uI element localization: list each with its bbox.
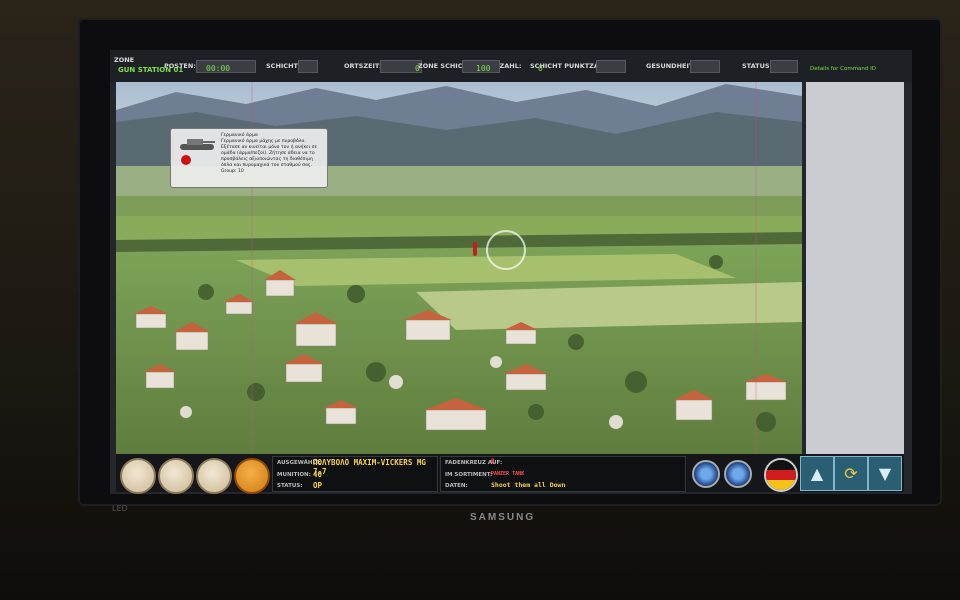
status-box bbox=[770, 60, 798, 73]
munition-value: 40 bbox=[313, 470, 323, 479]
schicht-label: SCHICHT: bbox=[266, 62, 301, 70]
arrow-down-button[interactable]: ▼ bbox=[868, 456, 902, 491]
led-label: LED bbox=[112, 504, 128, 513]
command-id-label: Details for Command ID bbox=[810, 66, 876, 72]
gesundheit-box bbox=[690, 60, 720, 73]
tank-icon bbox=[180, 139, 215, 150]
target-info-card: Γερμανικό άρμα Γερμανικό άρμα μάχης με π… bbox=[170, 128, 328, 188]
target-info-text: Γερμανικό άρμα Γερμανικό άρμα μάχης με π… bbox=[221, 133, 318, 174]
weapon-status-panel: AUSGEWÄHLT: ΠΟΛΥΒΟΛΟ MAXIM-VICKERS MG 7.… bbox=[272, 456, 438, 492]
weapon-slot-aircraft-icon[interactable] bbox=[158, 458, 194, 494]
daten-label: DATEN: bbox=[445, 483, 468, 489]
zone-label: ZONE bbox=[114, 56, 135, 64]
game-screen: ZONE GUN STATION 01 POSTEN: 00:00 SCHICH… bbox=[110, 50, 912, 494]
sortiment-label: IM SORTIMENT: bbox=[445, 472, 493, 478]
schicht-punktzahl-box bbox=[596, 60, 626, 73]
posten-value: 00:00 bbox=[206, 64, 231, 73]
target-marker[interactable] bbox=[473, 242, 477, 256]
german-flag-icon[interactable] bbox=[764, 458, 798, 492]
brand-label: SAMSUNG bbox=[470, 512, 536, 523]
arrow-up-button[interactable]: ▲ bbox=[800, 456, 834, 491]
munition-label: MUNITION: bbox=[277, 472, 311, 478]
selected-value: ΠΟΛΥΒΟΛΟ MAXIM-VICKERS MG 7.7 bbox=[313, 458, 426, 476]
fadenkreuz-value: R bbox=[491, 458, 495, 465]
binoculars-icon[interactable] bbox=[692, 460, 720, 488]
rotate-button[interactable]: ⟳ bbox=[834, 456, 868, 491]
status-label: STATUS: bbox=[742, 62, 773, 70]
battlefield-view[interactable]: Γερμανικό άρμα Γερμανικό άρμα μάχης με π… bbox=[116, 82, 802, 454]
ortszeit-label: ORTSZEIT: bbox=[344, 62, 382, 70]
daten-value: Shoot them all Down bbox=[491, 481, 566, 489]
weapon-slot-cannon-icon[interactable] bbox=[196, 458, 232, 494]
target-status-panel: FADENKREUZ AUF: R IM SORTIMENT: PANZER T… bbox=[440, 456, 686, 492]
posten-label: POSTEN: bbox=[164, 62, 196, 70]
sortiment-value: PANZER TANK bbox=[491, 471, 525, 477]
schicht-punktzahl-value: 0 bbox=[538, 64, 543, 73]
status-value: OP bbox=[313, 481, 323, 490]
bottom-control-bar: AUSGEWÄHLT: ΠΟΛΥΒΟΛΟ MAXIM-VICKERS MG 7.… bbox=[116, 454, 904, 494]
zone-punktzahl-value: 0 bbox=[415, 64, 420, 73]
gesundheit-label: GESUNDHEIT: bbox=[646, 62, 696, 70]
faction-emblem-icon bbox=[181, 155, 191, 165]
binoculars-right-icon[interactable] bbox=[724, 460, 752, 488]
zone-punktzahl-value2: 100 bbox=[476, 64, 491, 73]
command-details-panel bbox=[806, 82, 904, 456]
crosshair-icon bbox=[486, 230, 526, 270]
schicht-box bbox=[298, 60, 318, 73]
weapon-slot-machinegun-icon[interactable] bbox=[120, 458, 156, 494]
weapon-slot-soldier-icon[interactable] bbox=[234, 458, 270, 494]
status-label-bottom: STATUS: bbox=[277, 483, 303, 489]
top-hud: ZONE GUN STATION 01 POSTEN: 00:00 SCHICH… bbox=[110, 50, 912, 82]
